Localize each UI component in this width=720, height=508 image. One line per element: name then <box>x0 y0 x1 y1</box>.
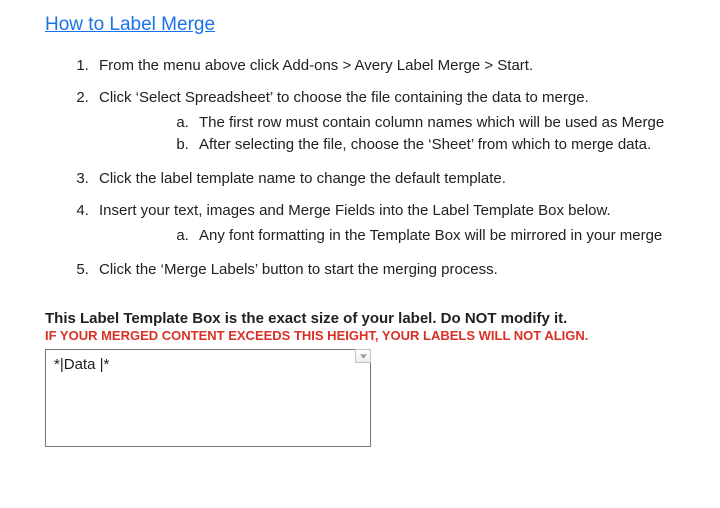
step-2-sublist: The first row must contain column names … <box>99 113 720 158</box>
step-5: Click the ‘Merge Labels’ button to start… <box>93 254 720 286</box>
step-4: Insert your text, images and Merge Field… <box>93 195 720 254</box>
instruction-list: From the menu above click Add-ons > Aver… <box>45 50 720 286</box>
alignment-warning: IF YOUR MERGED CONTENT EXCEEDS THIS HEIG… <box>45 328 720 343</box>
template-dropdown-handle[interactable] <box>355 349 371 363</box>
title-link[interactable]: How to Label Merge <box>45 14 215 36</box>
chevron-down-icon <box>360 354 367 359</box>
warnings-block: This Label Template Box is the exact siz… <box>45 310 720 343</box>
step-2b: After selecting the file, choose the ‘Sh… <box>193 135 720 157</box>
step-1: From the menu above click Add-ons > Aver… <box>93 50 720 82</box>
step-4a: Any font formatting in the Template Box … <box>193 226 720 248</box>
step-2-text: Click ‘Select Spreadsheet’ to choose the… <box>99 89 589 106</box>
template-box-content: *|Data |* <box>54 356 109 373</box>
step-2: Click ‘Select Spreadsheet’ to choose the… <box>93 82 720 163</box>
step-3: Click the label template name to change … <box>93 163 720 195</box>
document-page: How to Label Merge From the menu above c… <box>0 0 720 447</box>
label-template-box[interactable]: *|Data |* <box>45 349 371 447</box>
step-2a: The first row must contain column names … <box>193 113 720 135</box>
step-4-text: Insert your text, images and Merge Field… <box>99 202 611 219</box>
step-4-sublist: Any font formatting in the Template Box … <box>99 226 720 248</box>
size-warning: This Label Template Box is the exact siz… <box>45 310 720 327</box>
